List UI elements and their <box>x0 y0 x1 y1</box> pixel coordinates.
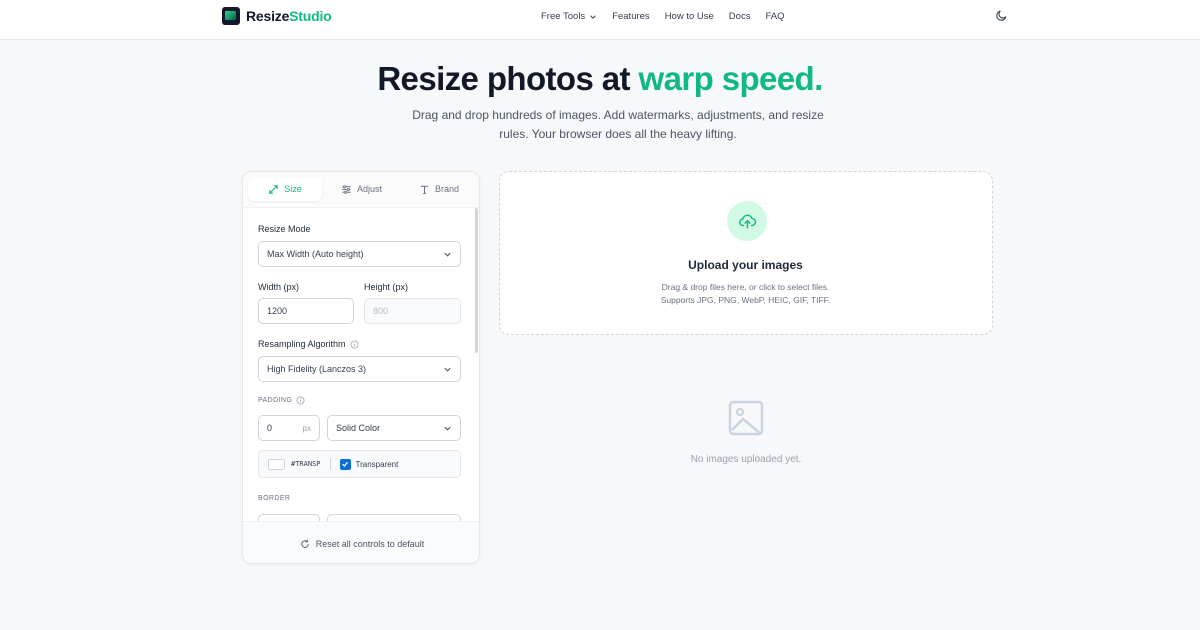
resize-mode-select[interactable]: Max Width (Auto height) <box>258 241 461 267</box>
brand-logo[interactable]: ResizeStudio <box>222 7 332 25</box>
upload-instructions: Drag & drop files here, or click to sele… <box>500 281 991 307</box>
main-nav: Free Tools Features How to Use Docs FAQ <box>541 11 784 22</box>
nav-free-tools-label: Free Tools <box>541 11 586 22</box>
hero-subtitle-line-2: rules. Your browser does all the heavy l… <box>499 127 737 141</box>
tab-size[interactable]: Size <box>248 177 322 201</box>
hero-subtitle-line-1: Drag and drop hundreds of images. Add wa… <box>412 108 824 122</box>
settings-panel: Size Adjust Brand Resize Mode Max Width … <box>242 171 480 564</box>
nav-features[interactable]: Features <box>612 11 650 22</box>
reset-icon <box>300 539 309 548</box>
image-placeholder-icon <box>728 400 764 436</box>
transparent-checkbox[interactable] <box>339 458 351 470</box>
sliders-icon <box>342 184 351 194</box>
hero-subtitle: Drag and drop hundreds of images. Add wa… <box>410 106 826 144</box>
resampling-value: High Fidelity (Lanczos 3) <box>267 364 367 374</box>
resampling-select[interactable]: High Fidelity (Lanczos 3) <box>258 356 461 382</box>
padding-value: 0 <box>267 423 273 433</box>
chevron-down-icon <box>590 14 596 19</box>
tab-size-label: Size <box>284 184 302 194</box>
tab-brand[interactable]: Brand <box>419 177 459 201</box>
info-icon[interactable] <box>296 396 305 405</box>
padding-color-row: #TRANSP Transparent <box>258 450 461 478</box>
chevron-down-icon <box>444 252 451 257</box>
chevron-down-icon <box>444 367 451 372</box>
upload-instructions-line-2: Supports JPG, PNG, WebP, HEIC, GIF, TIFF… <box>660 295 831 305</box>
width-label: Width (px) <box>258 282 300 292</box>
nav-free-tools[interactable]: Free Tools <box>541 11 597 22</box>
width-input[interactable]: 1200 <box>258 298 354 324</box>
brand-name: ResizeStudio <box>246 8 332 24</box>
logo-icon <box>222 7 240 25</box>
hero-title-main: Resize photos at <box>377 60 639 97</box>
padding-section-label: PADDING <box>258 396 305 405</box>
top-navbar: ResizeStudio Free Tools Features How to … <box>0 0 1200 40</box>
padding-fill-value: Solid Color <box>336 423 381 433</box>
resize-mode-label: Resize Mode <box>258 224 311 234</box>
height-label: Height (px) <box>364 282 409 292</box>
height-placeholder: 800 <box>373 306 389 316</box>
hero-title: Resize photos at warp speed. <box>0 60 1200 98</box>
resize-arrows-icon <box>269 184 278 194</box>
padding-fill-select[interactable]: Solid Color <box>327 415 461 441</box>
tab-adjust-label: Adjust <box>357 184 383 194</box>
reset-button[interactable]: Reset all controls to default <box>243 521 479 563</box>
padding-unit: px <box>302 423 311 433</box>
color-swatch[interactable] <box>268 458 285 470</box>
nav-docs[interactable]: Docs <box>729 11 751 22</box>
border-section-label: BORDER <box>258 495 291 502</box>
checkmark-icon <box>342 461 349 467</box>
settings-tabs: Size Adjust Brand <box>243 172 479 208</box>
padding-input[interactable]: 0 px <box>258 415 320 441</box>
upload-icon-badge <box>727 201 767 241</box>
moon-icon[interactable] <box>995 9 1008 22</box>
color-hex-value: #TRANSP <box>291 460 321 468</box>
panel-scrollbar[interactable] <box>475 208 478 353</box>
tab-adjust[interactable]: Adjust <box>341 177 382 201</box>
upload-instructions-line-1: Drag & drop files here, or click to sele… <box>661 282 830 292</box>
width-value: 1200 <box>267 306 288 316</box>
hero-title-accent: warp speed. <box>638 60 824 97</box>
text-type-icon <box>420 185 429 194</box>
resampling-label-text: Resampling Algorithm <box>258 339 346 349</box>
upload-dropzone[interactable]: Upload your images Drag & drop files her… <box>499 171 993 335</box>
upload-title: Upload your images <box>688 258 803 272</box>
height-input[interactable]: 800 <box>364 298 461 324</box>
transparent-label: Transparent <box>355 459 399 469</box>
reset-label: Reset all controls to default <box>315 538 425 549</box>
padding-label-text: PADDING <box>258 397 293 404</box>
info-icon[interactable] <box>350 339 359 349</box>
nav-how-to-use[interactable]: How to Use <box>665 11 714 22</box>
cloud-upload-icon <box>738 214 756 229</box>
nav-faq[interactable]: FAQ <box>765 11 784 22</box>
empty-state-text: No images uploaded yet. <box>690 454 802 465</box>
chevron-down-icon <box>444 426 451 431</box>
resampling-label: Resampling Algorithm <box>258 339 359 349</box>
resize-mode-value: Max Width (Auto height) <box>267 249 364 259</box>
tab-brand-label: Brand <box>435 184 460 194</box>
divider <box>329 458 331 470</box>
